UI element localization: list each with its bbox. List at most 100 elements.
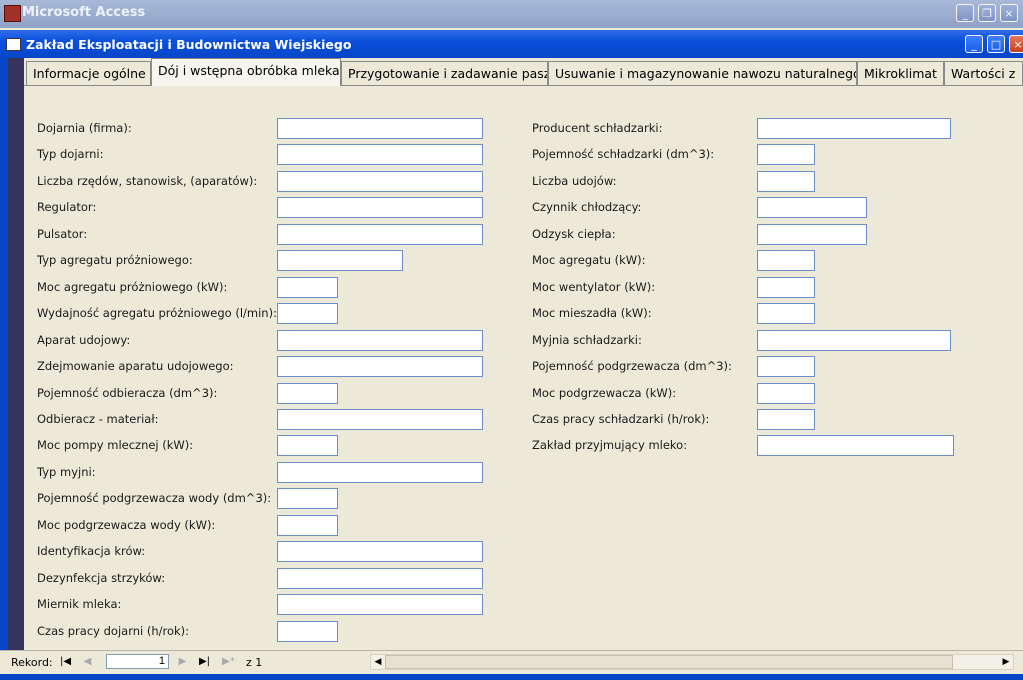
field-label: Myjnia schładzarki: bbox=[532, 333, 642, 347]
czynnik-chlodzacy-input[interactable] bbox=[757, 197, 867, 218]
new-record-icon[interactable]: ▶* bbox=[220, 654, 237, 670]
scroll-right-icon[interactable]: ▶ bbox=[999, 655, 1013, 669]
app-restore-button[interactable]: ❐ bbox=[978, 4, 996, 22]
moc-podgrzewacza-wody-input[interactable] bbox=[277, 515, 338, 536]
field-label: Moc agregatu (kW): bbox=[532, 253, 646, 267]
record-selector[interactable] bbox=[8, 58, 24, 650]
moc-mieszadla-input[interactable] bbox=[757, 303, 815, 324]
field-label: Zakład przyjmujący mleko: bbox=[532, 438, 688, 452]
tab-mikroklimat[interactable]: Mikroklimat bbox=[857, 61, 944, 85]
typ-agregatu-input[interactable] bbox=[277, 250, 403, 271]
next-record-icon[interactable]: ▶ bbox=[174, 654, 191, 670]
field-label: Pojemność odbieracza (dm^3): bbox=[37, 386, 218, 400]
moc-agregatu-prozniowego-input[interactable] bbox=[277, 277, 338, 298]
field-label: Moc podgrzewacza (kW): bbox=[532, 386, 677, 400]
pulsator-input[interactable] bbox=[277, 224, 483, 245]
dezynfekcja-strzykow-input[interactable] bbox=[277, 568, 483, 589]
field-label: Wydajność agregatu próżniowego (l/min): bbox=[37, 306, 277, 320]
liczba-udojow-input[interactable] bbox=[757, 171, 815, 192]
odbieracz-material-input[interactable] bbox=[277, 409, 483, 430]
field-label: Moc pompy mlecznej (kW): bbox=[37, 438, 194, 452]
field-label: Pojemność schładzarki (dm^3): bbox=[532, 147, 715, 161]
field-label: Czas pracy schładzarki (h/rok): bbox=[532, 412, 710, 426]
miernik-mleka-input[interactable] bbox=[277, 594, 483, 615]
field-label: Typ myjni: bbox=[37, 465, 96, 479]
moc-agregatu-input[interactable] bbox=[757, 250, 815, 271]
form-body: Informacje ogólne Dój i wstępna obróbka … bbox=[24, 58, 1023, 650]
typ-myjni-input[interactable] bbox=[277, 462, 483, 483]
tab-wartosci[interactable]: Wartości z bbox=[944, 61, 1023, 85]
pojemnosc-odbieracza-input[interactable] bbox=[277, 383, 338, 404]
identyfikacja-krow-input[interactable] bbox=[277, 541, 483, 562]
form-icon bbox=[6, 38, 21, 51]
field-label: Typ agregatu próżniowego: bbox=[37, 253, 193, 267]
field-label: Pojemność podgrzewacza wody (dm^3): bbox=[37, 491, 272, 505]
app-close-button[interactable]: × bbox=[1000, 4, 1018, 22]
field-label: Dezynfekcja strzyków: bbox=[37, 571, 166, 585]
field-label: Czas pracy dojarni (h/rok): bbox=[37, 624, 190, 638]
field-label: Producent schładzarki: bbox=[532, 121, 663, 135]
tab-przygotowanie-pasz[interactable]: Przygotowanie i zadawanie pasz bbox=[341, 61, 548, 85]
field-label: Identyfikacja krów: bbox=[37, 544, 146, 558]
field-label: Moc podgrzewacza wody (kW): bbox=[37, 518, 216, 532]
czas-pracy-schladzarki-input[interactable] bbox=[757, 409, 815, 430]
field-label: Zdejmowanie aparatu udojowego: bbox=[37, 359, 234, 373]
field-label: Typ dojarni: bbox=[37, 147, 104, 161]
aparat-udojowy-input[interactable] bbox=[277, 330, 483, 351]
record-navigation-bar: Rekord: |◀ ◀ ▶ ▶| ▶* z 1 ◀ ▶ bbox=[0, 650, 1023, 675]
field-label: Liczba udojów: bbox=[532, 174, 617, 188]
zdejmowanie-aparatu-input[interactable] bbox=[277, 356, 483, 377]
field-label: Moc mieszadła (kW): bbox=[532, 306, 652, 320]
field-label: Aparat udojowy: bbox=[37, 333, 131, 347]
field-label: Regulator: bbox=[37, 200, 97, 214]
czas-pracy-dojarni-input[interactable] bbox=[277, 621, 338, 642]
odzysk-ciepla-input[interactable] bbox=[757, 224, 867, 245]
form-close-button[interactable]: × bbox=[1009, 35, 1023, 53]
field-label: Moc agregatu próżniowego (kW): bbox=[37, 280, 228, 294]
window-border-bottom bbox=[0, 674, 1023, 680]
tab-doj-i-wstepna-obrobka[interactable]: Dój i wstępna obróbka mleka bbox=[151, 58, 341, 86]
field-label: Pulsator: bbox=[37, 227, 88, 241]
myjnia-schladzarki-input[interactable] bbox=[757, 330, 951, 351]
moc-pompy-input[interactable] bbox=[277, 435, 338, 456]
field-label: Odzysk ciepła: bbox=[532, 227, 616, 241]
window-border bbox=[0, 58, 8, 656]
current-record-input[interactable] bbox=[106, 654, 169, 669]
scroll-thumb[interactable] bbox=[385, 655, 953, 669]
field-label: Liczba rzędów, stanowisk, (aparatów): bbox=[37, 174, 258, 188]
moc-podgrzewacza-input[interactable] bbox=[757, 383, 815, 404]
liczba-rzedow-input[interactable] bbox=[277, 171, 483, 192]
app-minimize-button[interactable]: _ bbox=[956, 4, 974, 22]
pojemnosc-schladzarki-input[interactable] bbox=[757, 144, 815, 165]
tab-informacje-ogolne[interactable]: Informacje ogólne bbox=[26, 61, 151, 85]
form-maximize-button[interactable]: □ bbox=[987, 35, 1005, 53]
app-title-bar: Microsoft Access _ ❐ × bbox=[0, 0, 1023, 28]
moc-wentylator-input[interactable] bbox=[757, 277, 815, 298]
record-of-label: z 1 bbox=[246, 656, 263, 669]
previous-record-icon[interactable]: ◀ bbox=[79, 654, 96, 670]
field-label: Miernik mleka: bbox=[37, 597, 122, 611]
field-label: Pojemność podgrzewacza (dm^3): bbox=[532, 359, 732, 373]
form-title-bar: Zakład Eksploatacji i Budownictwa Wiejsk… bbox=[0, 30, 1023, 58]
scroll-left-icon[interactable]: ◀ bbox=[371, 655, 385, 669]
last-record-icon[interactable]: ▶| bbox=[196, 654, 213, 670]
horizontal-scrollbar[interactable]: ◀ ▶ bbox=[370, 654, 1014, 670]
first-record-icon[interactable]: |◀ bbox=[57, 654, 74, 670]
field-label: Odbieracz - materiał: bbox=[37, 412, 159, 426]
regulator-input[interactable] bbox=[277, 197, 483, 218]
dojarnia-firma-input[interactable] bbox=[277, 118, 483, 139]
typ-dojarni-input[interactable] bbox=[277, 144, 483, 165]
producent-schladzarki-input[interactable] bbox=[757, 118, 951, 139]
field-label: Dojarnia (firma): bbox=[37, 121, 132, 135]
pojemnosc-podgrzewacza-input[interactable] bbox=[757, 356, 815, 377]
tab-usuwanie-nawozu[interactable]: Usuwanie i magazynowanie nawozu naturaln… bbox=[548, 61, 857, 85]
field-label: Moc wentylator (kW): bbox=[532, 280, 656, 294]
pojemnosc-podgrzewacza-wody-input[interactable] bbox=[277, 488, 338, 509]
form-minimize-button[interactable]: _ bbox=[965, 35, 983, 53]
wydajnosc-agregatu-input[interactable] bbox=[277, 303, 338, 324]
form-title: Zakład Eksploatacji i Budownictwa Wiejsk… bbox=[26, 37, 352, 52]
record-label: Rekord: bbox=[11, 656, 53, 669]
field-label: Czynnik chłodzący: bbox=[532, 200, 642, 214]
access-key-icon bbox=[4, 5, 21, 22]
zaklad-przyjmujacy-input[interactable] bbox=[757, 435, 954, 456]
